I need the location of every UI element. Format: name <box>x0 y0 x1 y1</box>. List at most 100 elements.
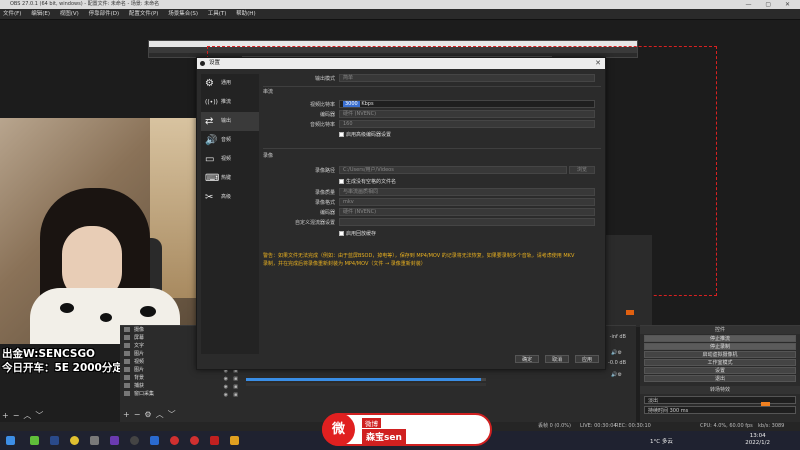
menu-scene-collection[interactable]: 场景集合(S) <box>168 11 198 17</box>
recording-path-input[interactable]: C:/Users/用户/Videos <box>339 166 567 174</box>
chrome-icon[interactable] <box>70 436 79 445</box>
browse-label: 浏览 <box>576 167 587 173</box>
video-bitrate-spinbox[interactable]: 3000 Kbps <box>339 100 595 108</box>
window-title: OBS 27.0.1 (64 bit, windows) - 配置文件: 未命名… <box>10 1 160 7</box>
nav-audio[interactable]: 🔊 音频 <box>201 131 259 150</box>
obs-icon[interactable] <box>130 436 139 445</box>
mute-speaker-icon[interactable]: 🔊⚙ <box>611 350 622 356</box>
source-type-icon <box>124 343 130 348</box>
nav-general[interactable]: ⚙ 通用 <box>201 74 259 93</box>
recording-quality-select[interactable]: 与串流画质相同 <box>339 188 595 196</box>
cancel-button[interactable]: 取消 <box>545 355 570 363</box>
recording-format-value: mkv <box>343 199 354 205</box>
no-space-filename-checkbox[interactable]: 生成没有空格的文件名 <box>339 178 396 185</box>
video-bitrate-value: 3000 <box>343 101 360 107</box>
warning-line-1: 警告：如果文件无法完成（例如：由于蓝屏BSOD，掉电等），保存到 MP4/MOV… <box>263 253 575 259</box>
scene-up-icon[interactable]: ︿ <box>23 411 35 420</box>
source-label: 文字 <box>134 343 145 349</box>
move-down-icon[interactable]: ﹀ <box>168 410 180 419</box>
window-controls[interactable]: — ▢ ✕ <box>745 0 796 9</box>
visibility-eye-icon[interactable]: ◉ <box>224 391 228 399</box>
nav-video[interactable]: ▭ 视频 <box>201 150 259 169</box>
volume-slider[interactable] <box>246 383 486 386</box>
stop-recording-button[interactable]: 停止录制 <box>644 343 796 350</box>
source-label: 图片 <box>134 351 145 357</box>
video-bitrate-unit: Kbps <box>361 101 374 107</box>
menu-docks[interactable]: 停靠部件(D) <box>89 11 120 17</box>
add-scene-icon[interactable]: + <box>2 411 13 420</box>
scene-down-icon[interactable]: ﹀ <box>35 411 47 420</box>
app-icon[interactable] <box>150 436 159 445</box>
volume-meter[interactable] <box>246 378 486 381</box>
lock-icon[interactable]: ▣ <box>233 391 238 399</box>
video-bitrate-row: 视频比特率 3000 Kbps <box>263 100 601 109</box>
app-icon[interactable] <box>110 436 119 445</box>
custom-muxer-input[interactable] <box>339 218 595 226</box>
weather-widget[interactable]: 1°C 多云 <box>650 437 673 445</box>
menu-file[interactable]: 文件(F) <box>3 11 21 17</box>
transition-select[interactable]: 淡出 <box>644 396 796 404</box>
nav-stream[interactable]: ((•)) 推流 <box>201 93 259 112</box>
checkbox-box <box>339 231 344 236</box>
advanced-encoder-checkbox[interactable]: 启用高级编码器设置 <box>339 131 391 138</box>
menu-help[interactable]: 帮助(H) <box>236 11 255 17</box>
app-icon[interactable] <box>210 436 219 445</box>
audio-bitrate-select[interactable]: 160 <box>339 120 595 128</box>
steam-icon[interactable] <box>50 436 59 445</box>
recording-format-select[interactable]: mkv <box>339 198 595 206</box>
source-item[interactable]: 背景 ◉ ▣ <box>120 374 242 382</box>
menu-tools[interactable]: 工具(T) <box>208 11 227 17</box>
audio-bitrate-label: 音频比特率 <box>309 122 335 128</box>
mute-speaker-icon[interactable]: 🔊⚙ <box>611 372 622 378</box>
output-mode-select[interactable]: 简单 <box>339 74 595 82</box>
app-icon[interactable] <box>230 436 239 445</box>
transition-duration[interactable]: 持续时间 300 ms <box>644 406 796 414</box>
menu-edit[interactable]: 编辑(E) <box>31 11 50 17</box>
browse-button[interactable]: 浏览 <box>569 166 595 174</box>
source-item[interactable]: 捕获 ◉ ▣ <box>120 382 242 390</box>
track-2-db: -0.0 dB <box>608 360 626 366</box>
nav-hotkeys[interactable]: ⌨ 热键 <box>201 169 259 188</box>
ok-button[interactable]: 确定 <box>515 355 540 363</box>
exit-button[interactable]: 退出 <box>644 375 796 382</box>
menu-view[interactable]: 视图(V) <box>60 11 79 17</box>
broadcast-icon: ((•)) <box>205 99 218 106</box>
replay-buffer-checkbox[interactable]: 启用回放缓存 <box>339 230 376 237</box>
app-icon[interactable] <box>190 436 199 445</box>
nav-output[interactable]: ⇄ 输出 <box>201 112 259 131</box>
source-properties-icon[interactable]: ⚙ <box>144 410 155 419</box>
source-label: 背景 <box>134 375 145 381</box>
recording-format-row: 录像格式 mkv <box>263 198 601 207</box>
settings-button[interactable]: 设置 <box>644 367 796 374</box>
app-icon[interactable] <box>170 436 179 445</box>
keyboard-icon: ⌨ <box>205 173 220 184</box>
settings-output-panel: 输出模式 简单 串流 视频比特率 3000 Kbps 编码器 硬件 (NVENC… <box>263 74 601 354</box>
shirt-pattern <box>100 313 112 322</box>
source-item[interactable]: 窗口采集 ◉ ▣ <box>120 390 242 398</box>
studio-mode-button[interactable]: 工作室模式 <box>644 359 796 366</box>
app-icon[interactable] <box>90 436 99 445</box>
recording-path-value: C:/Users/用户/Videos <box>343 167 394 173</box>
speaker-icon: 🔊 <box>205 135 218 146</box>
add-source-icon[interactable]: + <box>123 410 134 419</box>
remove-scene-icon[interactable]: − <box>13 411 24 420</box>
overlay-text-1: 出金W:SENCSGO <box>2 348 95 360</box>
app-icon[interactable] <box>30 436 39 445</box>
close-icon[interactable]: ✕ <box>595 58 601 69</box>
windows-start-icon[interactable] <box>6 436 15 445</box>
nav-label: 热键 <box>221 175 232 181</box>
recording-encoder-select[interactable]: 硬件 (NVENC) <box>339 208 595 216</box>
source-type-icon <box>124 391 130 396</box>
stop-streaming-button[interactable]: 停止推流 <box>644 335 796 342</box>
taskbar-clock[interactable]: 13:04 2022/1/2 <box>745 433 770 447</box>
apply-button[interactable]: 应用 <box>575 355 599 363</box>
move-up-icon[interactable]: ︿ <box>156 410 168 419</box>
warning-line-2: 录制，并在完成后将录像重新封装为 MP4/MOV（文件 → 录像重新封装） <box>263 261 426 267</box>
source-label: 图片 <box>134 367 145 373</box>
remove-source-icon[interactable]: − <box>134 410 145 419</box>
nav-advanced[interactable]: ✂ 高级 <box>201 188 259 207</box>
menu-profile[interactable]: 配置文件(P) <box>129 11 159 17</box>
encoder-select[interactable]: 硬件 (NVENC) <box>339 110 595 118</box>
custom-muxer-label: 自定义混流器设置 <box>294 220 335 226</box>
start-virtual-camera-button[interactable]: 启动虚拟摄像机 <box>644 351 796 358</box>
